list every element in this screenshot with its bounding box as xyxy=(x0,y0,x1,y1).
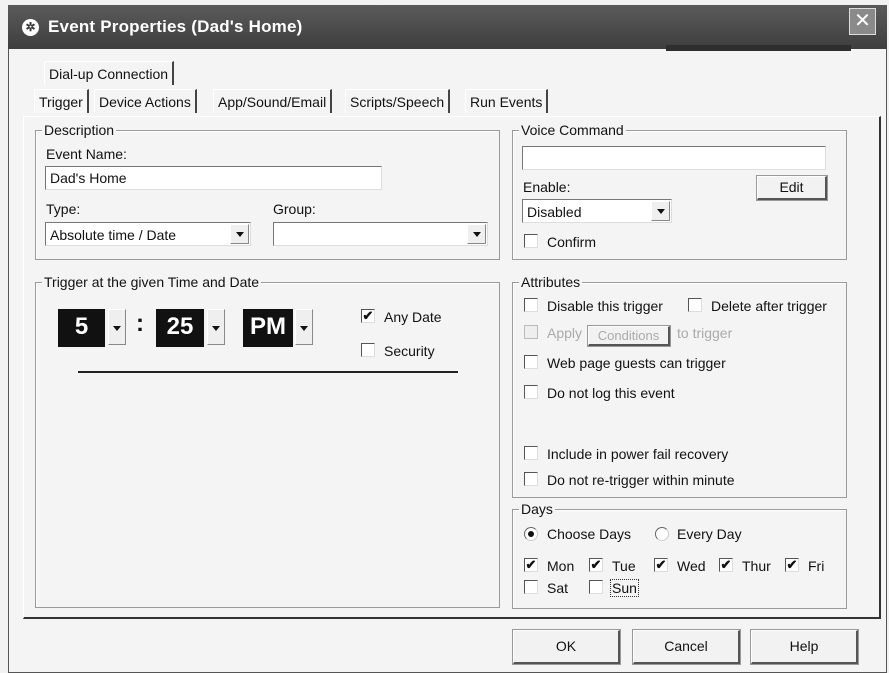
ampm-dropdown-chevron-icon[interactable] xyxy=(295,309,313,345)
title-bar: ✲ Event Properties (Dad's Home) xyxy=(8,5,887,51)
security-label: Security xyxy=(384,343,435,359)
tab-dial-up-connection[interactable]: Dial-up Connection xyxy=(44,61,175,85)
chevron-down-icon[interactable] xyxy=(467,224,486,244)
no-log-label: Do not log this event xyxy=(547,385,675,401)
description-group-title: Description xyxy=(42,122,117,138)
type-select[interactable]: Absolute time / Date xyxy=(45,222,251,246)
thur-label: Thur xyxy=(742,558,771,574)
wed-checkbox[interactable]: ✔ xyxy=(654,558,668,572)
no-retrigger-checkbox[interactable] xyxy=(524,472,538,486)
group-label: Group: xyxy=(273,201,316,217)
power-fail-label: Include in power fail recovery xyxy=(547,446,729,462)
tab-device-actions[interactable]: Device Actions xyxy=(94,89,197,113)
delete-after-trigger-label: Delete after trigger xyxy=(711,298,827,314)
choose-days-radio[interactable] xyxy=(524,527,538,541)
cancel-button[interactable]: Cancel xyxy=(632,629,741,665)
tab-scripts-speech[interactable]: Scripts/Speech xyxy=(345,89,451,113)
sat-label: Sat xyxy=(547,580,569,596)
hour-dropdown-chevron-icon[interactable] xyxy=(108,309,126,345)
edit-button[interactable]: Edit xyxy=(756,175,828,201)
mon-label: Mon xyxy=(547,558,575,574)
minute-display[interactable]: 25 xyxy=(156,309,204,347)
chevron-down-icon[interactable] xyxy=(651,201,670,221)
conditions-button: Conditions xyxy=(587,325,671,347)
type-select-value: Absolute time / Date xyxy=(50,227,177,243)
ampm-display[interactable]: PM xyxy=(243,309,293,347)
group-select[interactable] xyxy=(273,222,488,246)
tab-app-sound-email[interactable]: App/Sound/Email xyxy=(213,89,333,113)
disable-trigger-label: Disable this trigger xyxy=(547,298,663,314)
every-day-radio[interactable] xyxy=(655,527,669,541)
event-name-input[interactable]: Dad's Home xyxy=(45,166,382,190)
time-underline-divider xyxy=(78,371,458,373)
any-date-checkbox[interactable]: ✔ xyxy=(361,309,375,323)
confirm-checkbox[interactable] xyxy=(524,234,538,248)
apply-conditions-checkbox xyxy=(524,325,538,339)
hour-display[interactable]: 5 xyxy=(58,309,105,347)
app-gear-icon: ✲ xyxy=(22,19,39,36)
minute-dropdown-chevron-icon[interactable] xyxy=(207,309,225,345)
choose-days-label: Choose Days xyxy=(547,526,632,542)
every-day-label: Every Day xyxy=(677,526,742,542)
tue-checkbox[interactable]: ✔ xyxy=(589,558,603,572)
power-fail-checkbox[interactable] xyxy=(524,446,538,460)
no-log-checkbox[interactable] xyxy=(524,385,538,399)
to-trigger-label: to trigger xyxy=(677,325,733,341)
apply-label: Apply xyxy=(547,325,583,341)
voice-command-group-title: Voice Command xyxy=(519,122,626,138)
thur-checkbox[interactable]: ✔ xyxy=(719,558,733,572)
enable-select-value: Disabled xyxy=(527,204,582,220)
any-date-label: Any Date xyxy=(384,309,442,325)
sat-checkbox[interactable] xyxy=(524,580,538,594)
fri-checkbox[interactable]: ✔ xyxy=(785,558,799,572)
attributes-group-title: Attributes xyxy=(519,274,583,290)
confirm-label: Confirm xyxy=(547,234,597,250)
mon-checkbox[interactable]: ✔ xyxy=(524,558,538,572)
tab-trigger[interactable]: Trigger xyxy=(34,89,89,113)
sun-checkbox[interactable] xyxy=(589,580,603,594)
sun-label: Sun xyxy=(610,579,639,597)
ok-button[interactable]: OK xyxy=(512,629,621,665)
close-button[interactable]: ✕ xyxy=(849,8,876,35)
enable-select[interactable]: Disabled xyxy=(522,199,672,223)
days-group-title: Days xyxy=(519,501,555,517)
web-guests-label: Web page guests can trigger xyxy=(547,355,726,371)
wed-label: Wed xyxy=(677,558,706,574)
tab-run-events[interactable]: Run Events xyxy=(465,89,549,113)
security-checkbox[interactable] xyxy=(361,343,375,357)
time-colon: : xyxy=(136,310,144,337)
delete-after-trigger-checkbox[interactable] xyxy=(688,298,702,312)
help-button[interactable]: Help xyxy=(750,629,859,665)
chevron-down-icon[interactable] xyxy=(230,224,249,244)
no-retrigger-label: Do not re-trigger within minute xyxy=(547,472,735,488)
web-guests-checkbox[interactable] xyxy=(524,355,538,369)
trigger-time-group-title: Trigger at the given Time and Date xyxy=(42,274,262,290)
fri-label: Fri xyxy=(808,558,825,574)
voice-command-input[interactable] xyxy=(522,146,826,170)
enable-label: Enable: xyxy=(523,179,571,195)
title-bar-strip xyxy=(666,45,851,51)
event-name-label: Event Name: xyxy=(46,146,127,162)
tue-label: Tue xyxy=(612,558,636,574)
disable-trigger-checkbox[interactable] xyxy=(524,298,538,312)
type-label: Type: xyxy=(46,201,81,217)
window-title: Event Properties (Dad's Home) xyxy=(48,17,303,36)
